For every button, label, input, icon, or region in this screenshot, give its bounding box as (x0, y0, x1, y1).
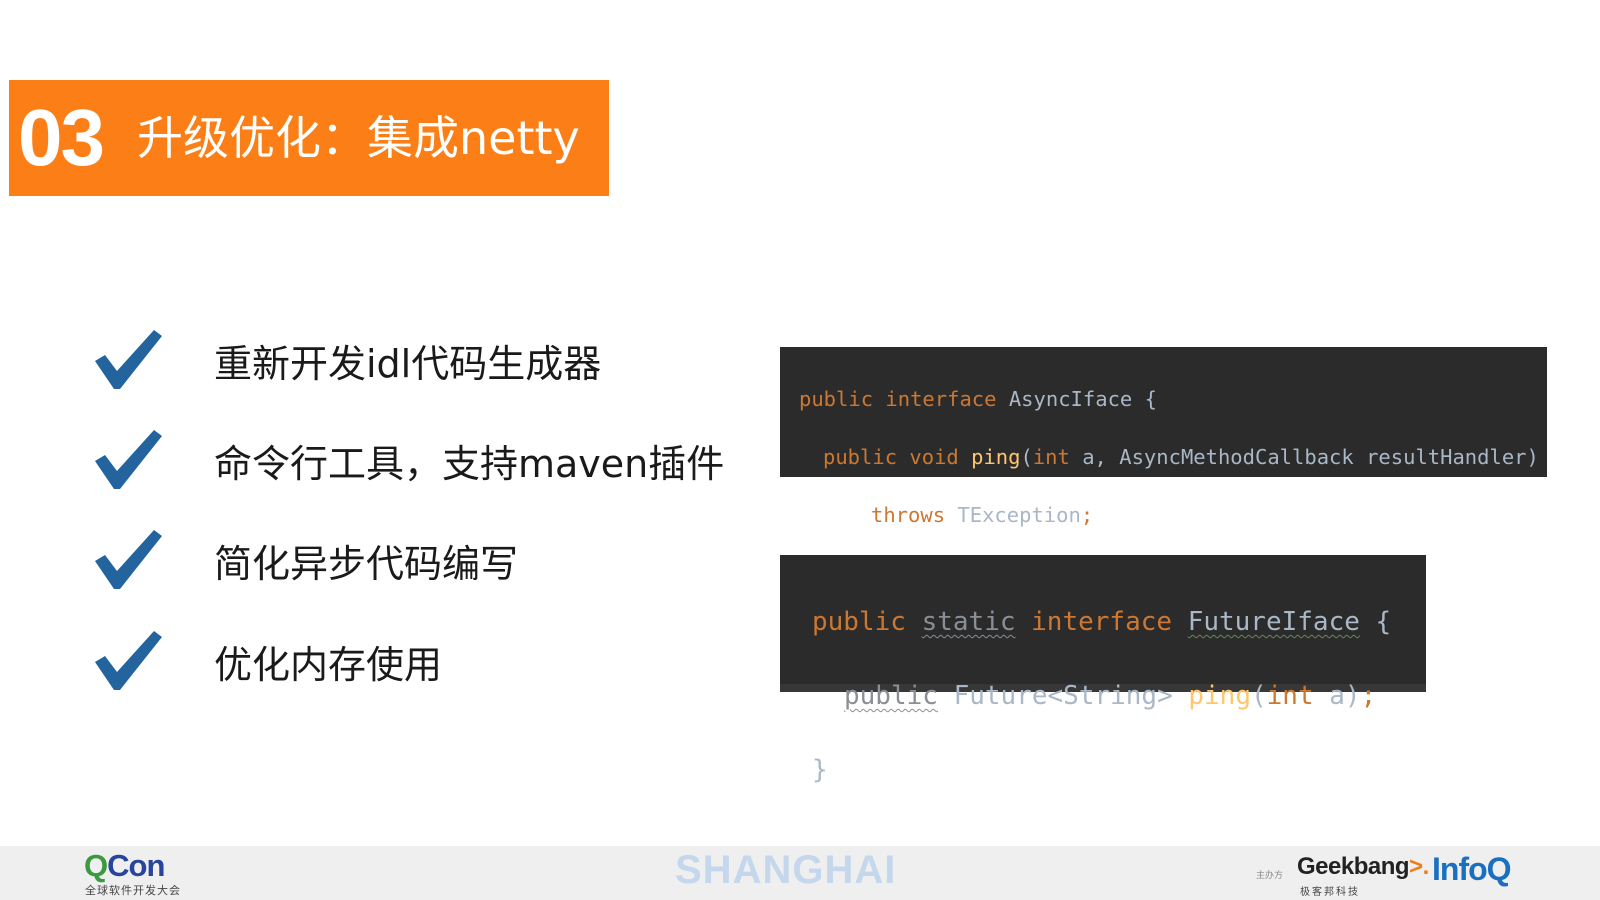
bullet-label: 简化异步代码编写 (214, 541, 519, 586)
future-iface-code: public static interface FutureIface { pu… (780, 555, 1426, 785)
code-semicolon: ; (1360, 681, 1377, 711)
qcon-logo-q: Q (84, 848, 108, 883)
geekbang-subtitle: 极客邦科技 (1300, 887, 1360, 898)
code-keyword: public (812, 607, 922, 637)
check-icon (95, 330, 162, 389)
check-icon (95, 430, 162, 489)
code-line: public static interface FutureIface { (812, 604, 1426, 641)
geekbang-logo-arrow: >. (1409, 853, 1429, 880)
code-keyword-public: public (844, 681, 938, 711)
code-semicolon: ; (1080, 503, 1094, 527)
code-identifier: AsyncIface { (1008, 387, 1157, 411)
code-type: int (1266, 681, 1330, 711)
bullet-label: 优化内存使用 (214, 642, 443, 687)
check-icon (95, 530, 162, 589)
qcon-logo-rest: Con (107, 848, 165, 883)
city-name: SHANGHAI (675, 848, 897, 892)
code-keyword: public void (823, 445, 972, 469)
code-type: Future<String> (937, 681, 1189, 711)
code-identifier: TException (957, 503, 1081, 527)
bullet-label: 重新开发idl代码生成器 (214, 341, 602, 386)
code-keyword: interface (1015, 607, 1188, 637)
code-method: ping (971, 445, 1021, 469)
page-title: 升级优化：集成netty (136, 111, 580, 165)
code-brace: { (1359, 607, 1392, 637)
code-line: throws TException; (799, 501, 1547, 530)
title-banner: 03 升级优化：集成netty (9, 80, 609, 196)
geekbang-logo: Geekbang>. (1297, 855, 1429, 879)
async-iface-code: public interface AsyncIface { public voi… (780, 347, 1547, 585)
bullet-item: 命令行工具，支持maven插件 (92, 425, 772, 495)
code-args: a, AsyncMethodCallback resultHandler) (1082, 445, 1539, 469)
geekbang-logo-text: Geekbang (1297, 853, 1410, 880)
code-paren: ( (1020, 445, 1033, 469)
code-type: int (1032, 445, 1083, 469)
code-line: public interface AsyncIface { (799, 385, 1547, 414)
infoq-logo: InfoQ (1432, 851, 1512, 887)
code-line: public void ping(int a, AsyncMethodCallb… (799, 443, 1547, 472)
code-paren: ( (1251, 681, 1267, 711)
organizer-label: 主办方 (1256, 871, 1284, 881)
code-line: public Future<String> ping(int a); (812, 678, 1426, 715)
bullet-item: 重新开发idl代码生成器 (92, 325, 772, 395)
code-line: } (812, 755, 828, 785)
code-keyword-static: static (921, 607, 1016, 637)
footer-bar: QCon 全球软件开发大会 SHANGHAI 主办方 Geekbang>. 极客… (0, 846, 1600, 900)
code-identifier: FutureIface (1187, 607, 1360, 637)
bullet-label: 命令行工具，支持maven插件 (214, 441, 725, 486)
section-number: 03 (18, 93, 105, 182)
bullet-item: 优化内存使用 (92, 626, 772, 696)
code-args: a) (1329, 681, 1361, 711)
bullet-item: 简化异步代码编写 (92, 525, 772, 595)
code-method: ping (1188, 681, 1251, 711)
check-icon (95, 631, 162, 690)
code-keyword: public interface (799, 387, 1009, 411)
code-keyword: throws (871, 503, 958, 527)
qcon-logo: QCon (84, 848, 165, 883)
qcon-subtitle: 全球软件开发大会 (85, 884, 181, 897)
